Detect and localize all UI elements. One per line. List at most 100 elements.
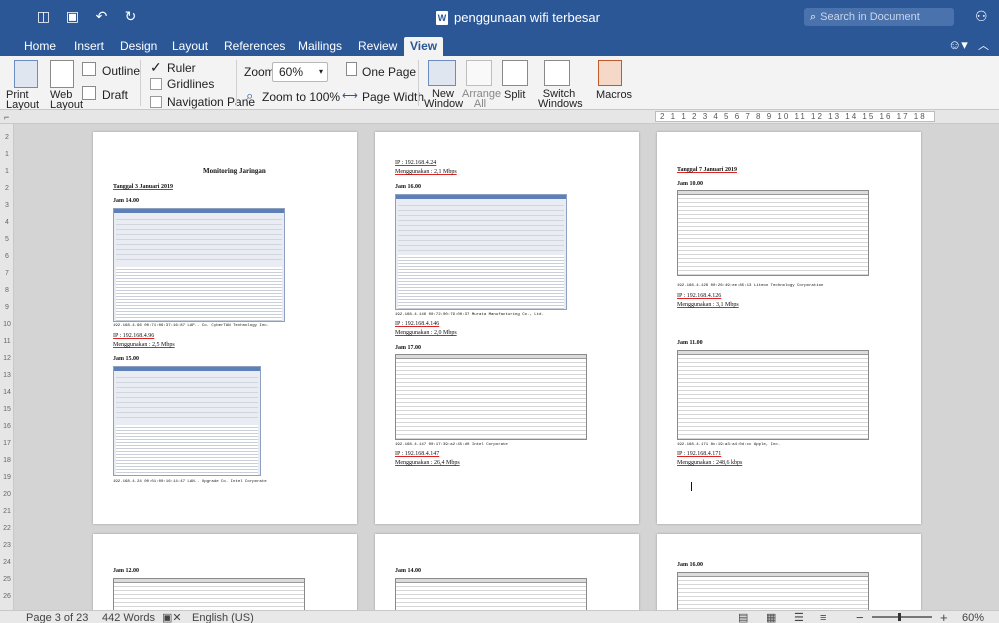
screenshot-titlebar [396,195,566,199]
one-page-icon[interactable] [346,62,357,76]
draft-button[interactable]: Draft [102,88,128,102]
tab-layout[interactable]: Layout [166,37,214,56]
feedback-smiley-icon[interactable]: ☺▾ [948,37,968,53]
network-table [113,578,305,610]
proofing-icon[interactable]: ▣✕ [162,612,182,623]
new-window-icon[interactable] [428,60,456,86]
vertical-ruler[interactable]: 2 1 1 2 3 4 5 6 7 8 9 10 11 12 13 14 15 16 17 18 19 20 21 22 23 2… [0,124,14,610]
title-bar: ◫ ▣ ↶ ↻ W penggunaan wifi terbesar ⌕ Sear… [0,0,999,34]
print-layout-icon[interactable] [14,60,38,88]
redo-icon[interactable]: ↻ [123,9,138,24]
tab-view[interactable]: View [404,37,444,56]
print-layout-button[interactable]: Print Layout [6,90,46,111]
page-width-button[interactable]: Page Width [362,90,424,104]
document-page-4[interactable]: Jam 12.00 [93,534,357,610]
save-icon[interactable]: ▣ [65,9,80,24]
print-layout-view-icon[interactable]: ▤ [738,612,748,623]
switch-windows-button[interactable]: Switch Windows [538,89,583,110]
tab-references[interactable]: References [218,37,291,56]
ruler-checkbox[interactable]: ✓ Ruler [150,59,196,76]
vertical-ruler-number: 8 [5,287,9,294]
document-page-1[interactable]: Monitoring Jaringan Tanggal 3 Januari 20… [93,132,357,524]
zoom-to-100-button[interactable]: Zoom to 100% [262,90,340,104]
split-icon[interactable] [502,60,528,86]
undo-icon[interactable]: ↶ [94,9,109,24]
vertical-ruler-number: 23 [3,542,11,549]
vertical-ruler-number: 9 [5,304,9,311]
vertical-ruler-number: 22 [3,525,11,532]
outline-view-icon[interactable]: ☰ [794,612,804,623]
macros-button[interactable]: Macros [596,89,632,101]
page-count[interactable]: Page 3 of 23 [26,612,88,623]
gridlines-label: Gridlines [167,77,215,91]
vertical-ruler-number: 2 [5,185,9,192]
macros-icon[interactable] [598,60,622,86]
vertical-ruler-number: 21 [3,508,11,515]
new-window-button[interactable]: New Window [424,89,463,110]
network-table [677,190,869,276]
outline-icon[interactable] [82,62,96,76]
zoom-slider-thumb[interactable] [898,613,901,621]
page-width-icon[interactable]: ⟷ [342,89,358,102]
draft-view-icon[interactable]: ≡ [820,612,826,623]
arrange-all-icon[interactable] [466,60,492,86]
language-indicator[interactable]: English (US) [192,612,254,623]
sidebar-icon[interactable]: ◫ [36,9,51,24]
ip-label: IP : 192.168.4.171 [677,451,722,457]
document-page-6[interactable]: Jam 16.00 [657,534,921,610]
collapse-ribbon-icon[interactable]: ︿ [978,37,989,53]
tab-insert[interactable]: Insert [68,37,110,56]
search-input[interactable]: ⌕ Search in Document [804,8,954,26]
share-icon[interactable]: ⚇ [975,8,988,25]
device-info-row: 192.168.4.171 8c:19:a3:a4:0d:cc Apple, I… [677,443,781,447]
ip-label: IP : 192.168.4.147 [395,451,440,457]
document-page-3[interactable]: Tanggal 7 Januari 2019 Jam 10.00 192.168… [657,132,921,524]
document-canvas[interactable]: Monitoring Jaringan Tanggal 3 Januari 20… [14,124,999,610]
tab-review[interactable]: Review [352,37,403,56]
word-count[interactable]: 442 Words [102,612,155,623]
ruler-label: Ruler [167,60,196,75]
draft-icon[interactable] [82,86,96,100]
word-doc-icon: W [436,10,448,25]
zoom-select[interactable]: 60% ▾ [272,62,328,82]
zoom-magnifier-icon: ⌕ [246,88,254,103]
web-layout-view-icon[interactable]: ▦ [766,612,776,623]
split-button[interactable]: Split [504,89,525,101]
tab-stop-icon[interactable]: ⌐ [4,112,9,122]
vertical-ruler-number: 11 [3,338,11,345]
tab-home[interactable]: Home [18,37,62,56]
search-placeholder: Search in Document [820,11,920,23]
switch-windows-icon[interactable] [544,60,570,86]
search-icon: ⌕ [810,11,817,23]
outline-button[interactable]: Outline [102,64,140,78]
gridlines-checkbox[interactable]: Gridlines [150,77,214,91]
tab-design[interactable]: Design [114,37,163,56]
zoom-out-button[interactable]: − [856,611,864,623]
document-page-2[interactable]: IP : 192.168.4.24 Menggunakan : 2,1 Mbps… [375,132,639,524]
vertical-ruler-number: 15 [3,406,11,413]
navigation-pane-checkbox[interactable]: Navigation Pane [150,95,255,109]
web-layout-icon[interactable] [50,60,74,88]
text-cursor [691,482,692,491]
vertical-ruler-number: 13 [3,372,11,379]
network-table-header [678,351,868,355]
navigation-pane-box [150,96,162,108]
zoom-slider[interactable] [872,616,932,618]
screenshot-titlebar [114,209,284,213]
zoom-percent[interactable]: 60% [962,612,984,623]
usage-label: Menggunakan : 26,4 Mbps [395,460,460,466]
page-heading: Monitoring Jaringan [203,167,266,175]
zoom-in-button[interactable]: + [940,611,948,623]
hour-heading: Jam 16.00 [395,184,421,190]
web-layout-button[interactable]: Web Layout [50,90,83,111]
horizontal-ruler[interactable]: 2 1 1 2 3 4 5 6 7 8 9 10 11 12 13 14 15 … [655,111,935,122]
device-info-row: 192.168.4.24 00:01:00:16:14:47 LAN.. Upg… [113,480,267,484]
screenshot-form [116,215,282,263]
document-page-5[interactable]: Jam 14.00 [375,534,639,610]
arrange-all-button[interactable]: Arrange All [462,89,501,110]
monitor-screenshot [113,208,285,322]
usage-label: Menggunakan : 3,1 Mbps [677,302,739,308]
one-page-button[interactable]: One Page [362,65,416,79]
tab-mailings[interactable]: Mailings [292,37,348,56]
network-table [677,350,869,440]
